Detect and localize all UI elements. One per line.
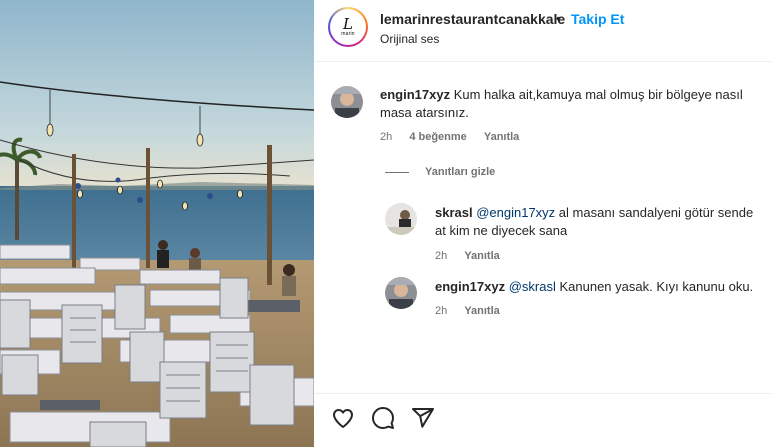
reply-username[interactable]: engin17xyz: [435, 279, 505, 294]
comment-meta: 2h 4 beğenme Yanıtla: [380, 131, 533, 143]
follow-button[interactable]: Takip Et: [571, 11, 624, 27]
comment-icon: [372, 407, 394, 429]
reply-text: engin17xyz @skrasl Kanunen yasak. Kıyı k…: [435, 278, 765, 296]
share-button[interactable]: [411, 406, 437, 432]
heart-icon: [333, 409, 353, 428]
logo-glyph: L: [343, 15, 353, 33]
comment-text: engin17xyz Kum halka ait,kamuya mal olmu…: [380, 86, 760, 122]
comment-button[interactable]: [371, 406, 397, 432]
action-bar: [314, 393, 772, 447]
reply-button[interactable]: Yanıtla: [484, 131, 519, 143]
reply-button[interactable]: Yanıtla: [464, 305, 499, 317]
post-header: L marin lemarinrestaurantcanakkale • Tak…: [314, 0, 772, 62]
comment-time: 2h: [380, 131, 393, 143]
reply-text: skrasl @engin17xyz al masanı sandalyeni …: [435, 204, 765, 240]
comment-username[interactable]: engin17xyz: [380, 87, 450, 102]
reply-button[interactable]: Yanıtla: [464, 250, 499, 262]
reply-username[interactable]: skrasl: [435, 205, 473, 220]
reply-time: 2h: [435, 305, 448, 317]
user-photo-icon: [385, 277, 417, 309]
separator-dot: •: [556, 10, 561, 26]
reply-mention[interactable]: @engin17xyz: [476, 205, 555, 220]
comment-likes[interactable]: 4 beğenme: [409, 131, 466, 143]
account-username[interactable]: lemarinrestaurantcanakkale: [380, 11, 565, 27]
reply-mention[interactable]: @skrasl: [509, 279, 556, 294]
comments-panel: L marin lemarinrestaurantcanakkale • Tak…: [314, 0, 772, 447]
divider-line: [385, 171, 409, 173]
reply-meta: 2h Yanıtla: [435, 250, 514, 262]
account-avatar[interactable]: L marin: [328, 7, 368, 47]
reply-avatar[interactable]: [385, 203, 417, 235]
audio-link[interactable]: Orijinal ses: [380, 32, 439, 46]
user-photo-icon: [385, 203, 417, 235]
reply-meta: 2h Yanıtla: [435, 305, 514, 317]
reply-avatar[interactable]: [385, 277, 417, 309]
hide-replies-label: Yanıtları gizle: [425, 166, 496, 178]
reply-time: 2h: [435, 250, 448, 262]
logo-sub: marin: [341, 31, 355, 37]
beach-restaurant-image: [0, 0, 314, 447]
user-photo-icon: [331, 86, 363, 118]
share-icon: [412, 408, 434, 428]
commenter-avatar[interactable]: [331, 86, 363, 118]
reply-body: Kanunen yasak. Kıyı kanunu oku.: [555, 279, 754, 294]
hide-replies-button[interactable]: Yanıtları gizle: [385, 166, 495, 178]
restaurant-logo: L marin: [332, 11, 364, 43]
like-button[interactable]: [331, 406, 357, 432]
post-photo[interactable]: [0, 0, 314, 447]
